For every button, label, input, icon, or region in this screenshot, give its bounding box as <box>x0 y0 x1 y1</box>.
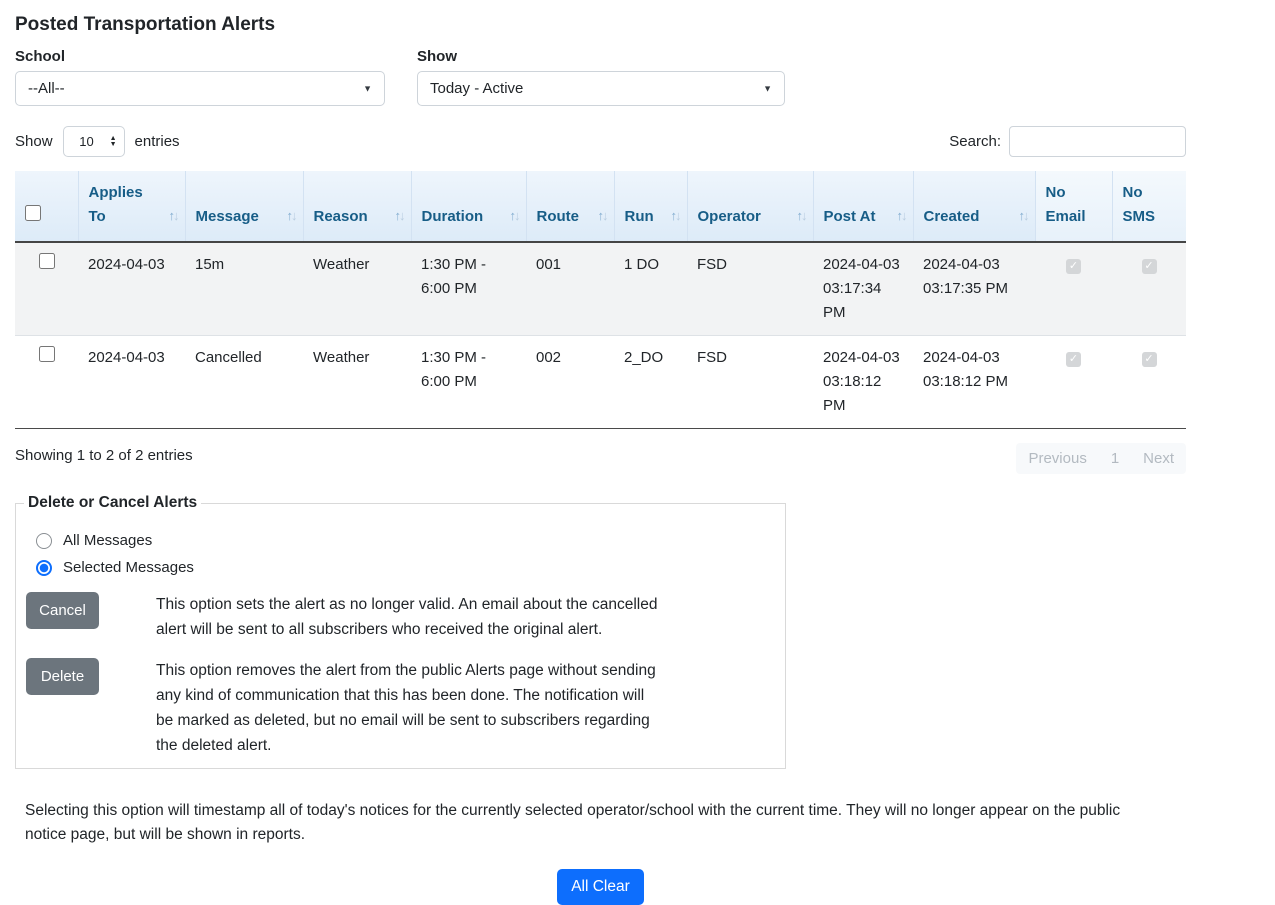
cancel-description: This option sets the alert as no longer … <box>156 592 661 642</box>
cell-route: 002 <box>526 336 614 429</box>
cell-reason: Weather <box>303 242 411 336</box>
radio-selected-messages[interactable]: Selected Messages <box>36 559 775 576</box>
show-filter-value: Today - Active <box>430 80 523 97</box>
all-clear-note: Selecting this option will timestamp all… <box>25 799 1160 847</box>
cancel-action-row: Cancel This option sets the alert as no … <box>26 592 775 642</box>
cell-applies-to: 2024-04-03 <box>78 242 185 336</box>
entries-length-value: 10 <box>79 134 93 149</box>
sort-icon: ↑↓ <box>598 204 607 228</box>
select-all-header <box>15 171 78 242</box>
main-content: Posted Transportation Alerts School --Al… <box>15 14 1186 905</box>
sort-icon: ↑↓ <box>510 204 519 228</box>
column-header-applies-to[interactable]: Applies To ↑↓ <box>78 171 185 242</box>
sort-icon: ↑↓ <box>287 204 296 228</box>
table-row: 2024-04-03 Cancelled Weather 1:30 PM - 6… <box>15 336 1186 429</box>
delete-cancel-fieldset: Delete or Cancel Alerts All Messages Sel… <box>15 494 786 769</box>
search-label: Search: <box>949 133 1001 150</box>
page-previous[interactable]: Previous <box>1016 443 1098 474</box>
cell-operator: FSD <box>687 336 813 429</box>
message-scope-radio-group: All Messages Selected Messages <box>36 532 775 576</box>
entries-length-select[interactable]: 10 ▲▼ <box>63 126 125 157</box>
sort-icon: ↑↓ <box>1019 204 1028 228</box>
sort-icon: ↑↓ <box>671 204 680 228</box>
radio-checked-icon <box>36 560 52 576</box>
cell-post-at: 2024-04-03 03:17:34 PM <box>813 242 913 336</box>
radio-all-messages-label: All Messages <box>63 532 152 549</box>
entries-length-suffix: entries <box>135 133 180 150</box>
row-select-checkbox[interactable] <box>39 346 55 362</box>
no-email-checkbox: ✓ <box>1066 259 1081 274</box>
cell-created: 2024-04-03 03:18:12 PM <box>913 336 1035 429</box>
cell-message: 15m <box>185 242 303 336</box>
delete-description: This option removes the alert from the p… <box>156 658 661 758</box>
sort-icon: ↑↓ <box>169 204 178 228</box>
column-header-message[interactable]: Message ↑↓ <box>185 171 303 242</box>
column-header-no-email: No Email <box>1035 171 1112 242</box>
all-clear-button[interactable]: All Clear <box>557 869 644 905</box>
table-footer: Showing 1 to 2 of 2 entries Previous 1 N… <box>15 443 1186 474</box>
cell-duration: 1:30 PM - 6:00 PM <box>411 242 526 336</box>
cell-duration: 1:30 PM - 6:00 PM <box>411 336 526 429</box>
column-header-route[interactable]: Route ↑↓ <box>526 171 614 242</box>
page-number[interactable]: 1 <box>1099 443 1131 474</box>
no-sms-checkbox: ✓ <box>1142 352 1157 367</box>
cell-no-email: ✓ <box>1035 242 1112 336</box>
table-controls: Show 10 ▲▼ entries Search: <box>15 126 1186 157</box>
cell-message: Cancelled <box>185 336 303 429</box>
sort-icon: ↑↓ <box>395 204 404 228</box>
school-select-value: --All-- <box>28 80 65 97</box>
delete-action-row: Delete This option removes the alert fro… <box>26 658 775 758</box>
entries-length-prefix: Show <box>15 133 53 150</box>
table-row: 2024-04-03 15m Weather 1:30 PM - 6:00 PM… <box>15 242 1186 336</box>
filters-row: School --All-- ▼ Show Today - Active ▼ <box>15 48 1186 106</box>
cancel-button[interactable]: Cancel <box>26 592 99 629</box>
search-input[interactable] <box>1009 126 1186 157</box>
page-next[interactable]: Next <box>1131 443 1186 474</box>
column-header-created[interactable]: Created ↑↓ <box>913 171 1035 242</box>
delete-button[interactable]: Delete <box>26 658 99 695</box>
cell-run: 2_DO <box>614 336 687 429</box>
column-header-post-at[interactable]: Post At ↑↓ <box>813 171 913 242</box>
column-header-reason[interactable]: Reason ↑↓ <box>303 171 411 242</box>
sort-icon: ↑↓ <box>797 204 806 228</box>
column-header-no-sms: No SMS <box>1112 171 1186 242</box>
column-header-duration[interactable]: Duration ↑↓ <box>411 171 526 242</box>
radio-all-messages[interactable]: All Messages <box>36 532 775 549</box>
column-header-run[interactable]: Run ↑↓ <box>614 171 687 242</box>
cell-route: 001 <box>526 242 614 336</box>
no-sms-checkbox: ✓ <box>1142 259 1157 274</box>
page-title: Posted Transportation Alerts <box>15 14 1186 36</box>
school-select[interactable]: --All-- ▼ <box>15 71 385 106</box>
radio-selected-messages-label: Selected Messages <box>63 559 194 576</box>
table-info: Showing 1 to 2 of 2 entries <box>15 443 193 464</box>
caret-down-icon: ▼ <box>763 84 772 93</box>
cell-no-email: ✓ <box>1035 336 1112 429</box>
cell-run: 1 DO <box>614 242 687 336</box>
cell-no-sms: ✓ <box>1112 336 1186 429</box>
column-header-operator[interactable]: Operator ↑↓ <box>687 171 813 242</box>
row-select-cell <box>15 242 78 336</box>
cell-reason: Weather <box>303 336 411 429</box>
cell-operator: FSD <box>687 242 813 336</box>
school-label: School <box>15 48 385 65</box>
cell-created: 2024-04-03 03:17:35 PM <box>913 242 1035 336</box>
row-select-checkbox[interactable] <box>39 253 55 269</box>
show-filter-select[interactable]: Today - Active ▼ <box>417 71 785 106</box>
pagination: Previous 1 Next <box>1016 443 1186 474</box>
table-header-row: Applies To ↑↓ Message ↑↓ Reason ↑↓ Durat… <box>15 171 1186 242</box>
cell-applies-to: 2024-04-03 <box>78 336 185 429</box>
cell-post-at: 2024-04-03 03:18:12 PM <box>813 336 913 429</box>
sort-icon: ↑↓ <box>897 204 906 228</box>
alerts-table: Applies To ↑↓ Message ↑↓ Reason ↑↓ Durat… <box>15 171 1186 429</box>
select-all-checkbox[interactable] <box>25 205 41 221</box>
radio-unchecked-icon <box>36 533 52 549</box>
cell-no-sms: ✓ <box>1112 242 1186 336</box>
all-clear-container: All Clear <box>15 869 1186 905</box>
stepper-icon: ▲▼ <box>110 136 117 148</box>
caret-down-icon: ▼ <box>363 84 372 93</box>
show-filter-label: Show <box>417 48 785 65</box>
no-email-checkbox: ✓ <box>1066 352 1081 367</box>
row-select-cell <box>15 336 78 429</box>
fieldset-legend: Delete or Cancel Alerts <box>24 494 201 512</box>
